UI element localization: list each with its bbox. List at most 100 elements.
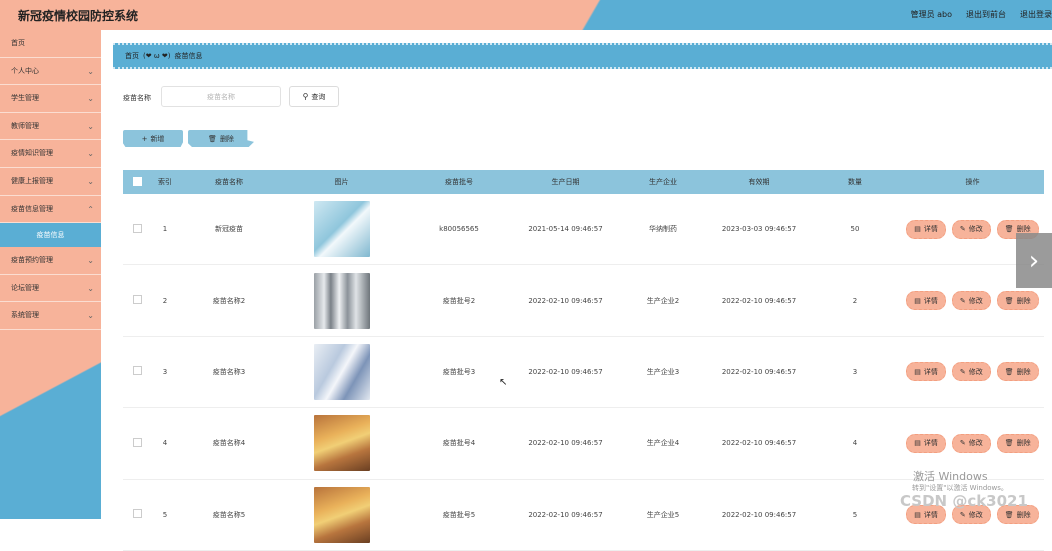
edit-button[interactable]: ✎ 修改 [951,433,991,453]
detail-button[interactable]: ▤ 详情 [906,433,946,453]
detail-icon: ▤ [914,439,921,448]
cell-index: 3 [162,367,168,376]
edit-button[interactable]: ✎ 修改 [951,219,991,239]
vaccine-thumbnail[interactable] [313,486,370,543]
search-label: 疫苗名称 [123,94,151,102]
table-row: 5 疫苗名称5 疫苗批号5 2022-02-10 09:46:57 生产企业5 2022-… [123,480,1044,551]
row-checkbox[interactable] [132,295,142,305]
pencil-icon: ✎ [959,296,966,305]
column-header-name: 疫苗名称 [215,178,243,186]
trash-icon: 🗑 [1004,225,1014,234]
detail-button[interactable]: ▤ 详情 [906,291,946,311]
sidebar-item-label: 疫苗预约管理 [11,256,53,265]
top-header: 新冠疫情校园防控系统 管理员 abo 退出到前台 退出登录 [0,0,1052,30]
chevron-down-icon: ⌄ [87,66,94,76]
sidebar-item-label: 疫苗信息管理 [11,204,53,213]
column-header-batch: 疫苗批号 [445,178,473,186]
select-all-checkbox[interactable] [132,176,142,186]
cell-name: 疫苗名称4 [212,439,246,448]
sidebar-item-teachers[interactable]: 教师管理 ⌄ [0,113,101,141]
delete-button[interactable]: 🗑 删除 [996,362,1039,382]
row-checkbox[interactable] [132,366,142,376]
cell-name: 疫苗名称2 [212,296,246,305]
pencil-icon: ✎ [959,510,966,519]
sidebar-item-students[interactable]: 学生管理 ⌄ [0,85,101,113]
detail-button[interactable]: ▤ 详情 [906,219,946,239]
vaccine-thumbnail[interactable] [313,415,370,472]
sidebar-item-vaccine-booking[interactable]: 疫苗预约管理 ⌄ [0,247,101,275]
sidebar-item-label: 个人中心 [11,66,39,75]
csdn-watermark: CSDN @ck3021 [900,492,1028,510]
edit-button[interactable]: ✎ 修改 [951,362,991,382]
delete-button-label: 删除 [1016,367,1031,376]
delete-button-label: 删除 [1016,510,1031,519]
next-arrow-button[interactable]: › [1016,233,1052,288]
search-input[interactable] [161,86,281,107]
vaccine-thumbnail[interactable] [313,272,370,329]
detail-icon: ▤ [914,367,921,376]
detail-button-label: 详情 [923,367,938,376]
cell-picture [279,343,404,400]
sidebar-item-label: 学生管理 [11,94,39,103]
chevron-down-icon: ⌄ [87,176,94,186]
sidebar-subitem-vaccine-info[interactable]: 疫苗信息 [0,223,101,248]
delete-button-label: 删除 [1016,439,1031,448]
cell-expiry: 2023-03-03 09:46:57 [721,225,797,234]
plus-icon: + [141,134,148,143]
column-header-enterprise: 生产企业 [649,178,677,186]
sidebar-item-label: 论坛管理 [11,283,39,292]
sidebar-item-system[interactable]: 系统管理 ⌄ [0,302,101,330]
cell-index: 4 [162,439,168,448]
chevron-down-icon: ⌄ [87,94,94,104]
chevron-down-icon: ⌄ [87,283,94,293]
table-row: 4 疫苗名称4 疫苗批号4 2022-02-10 09:46:57 生产企业4 2022-… [123,408,1044,480]
row-checkbox[interactable] [132,509,142,519]
sidebar-item-home[interactable]: 首页 [0,30,101,58]
cell-quantity: 50 [850,225,860,234]
cell-batch: 疫苗批号4 [442,439,476,448]
delete-button[interactable]: 🗑 删除 [996,433,1039,453]
batch-delete-button[interactable]: 🗑 删除 [188,130,254,147]
table-header: 索引 疫苗名称 图片 疫苗批号 生产日期 生产企业 有效期 数量 操作 [123,170,1044,194]
detail-icon: ▤ [914,510,921,519]
detail-icon: ▤ [914,296,921,305]
sidebar-item-epidemic-knowledge[interactable]: 疫情知识管理 ⌄ [0,140,101,168]
row-checkbox[interactable] [132,437,142,447]
sidebar-item-health-report[interactable]: 健康上报管理 ⌄ [0,168,101,196]
cell-quantity: 4 [852,439,858,448]
column-header-expiry: 有效期 [748,178,770,186]
admin-label: 管理员 abo [910,10,952,19]
query-button-label: 查询 [311,92,326,101]
mouse-cursor-icon: ↖ [499,377,508,388]
edit-button-label: 修改 [968,225,983,234]
sidebar-item-label: 系统管理 [11,311,39,320]
row-checkbox[interactable] [132,223,142,233]
chevron-down-icon: ⌄ [87,256,94,266]
column-header-operations: 操作 [965,178,980,186]
header-actions: 管理员 abo 退出到前台 退出登录 [897,9,1052,20]
cell-produced: 2022-02-10 09:46:57 [528,439,603,448]
delete-button[interactable]: 🗑 删除 [996,291,1039,311]
vaccine-thumbnail[interactable] [313,343,370,400]
back-to-front-link[interactable]: 退出到前台 [966,9,1006,20]
detail-button[interactable]: ▤ 详情 [906,362,946,382]
logout-link[interactable]: 退出登录 [1020,9,1052,20]
sidebar-item-vaccine-management[interactable]: 疫苗信息管理 ⌃ [0,196,101,224]
pencil-icon: ✎ [959,439,966,448]
sidebar-item-label: 首页 [11,39,25,47]
vaccine-thumbnail[interactable] [313,201,370,258]
column-header-picture: 图片 [334,178,349,186]
breadcrumb-home[interactable]: 首页 [125,52,139,60]
sidebar-item-personal-center[interactable]: 个人中心 ⌄ [0,58,101,86]
cell-produced: 2021-05-14 09:46:57 [528,225,603,234]
query-button[interactable]: ⚲ 查询 [289,86,339,107]
edit-button[interactable]: ✎ 修改 [951,291,991,311]
cell-batch: k80056565 [439,225,479,234]
add-button[interactable]: + 新增 [123,130,183,147]
delete-button-label: 删除 [219,134,234,143]
cell-batch: 疫苗批号5 [442,510,476,519]
table-row: 2 疫苗名称2 疫苗批号2 2022-02-10 09:46:57 生产企业2 2022-… [123,265,1044,337]
cell-enterprise: 华纳制药 [649,225,677,234]
sidebar-item-forum[interactable]: 论坛管理 ⌄ [0,275,101,303]
app-title: 新冠疫情校园防控系统 [18,9,139,23]
